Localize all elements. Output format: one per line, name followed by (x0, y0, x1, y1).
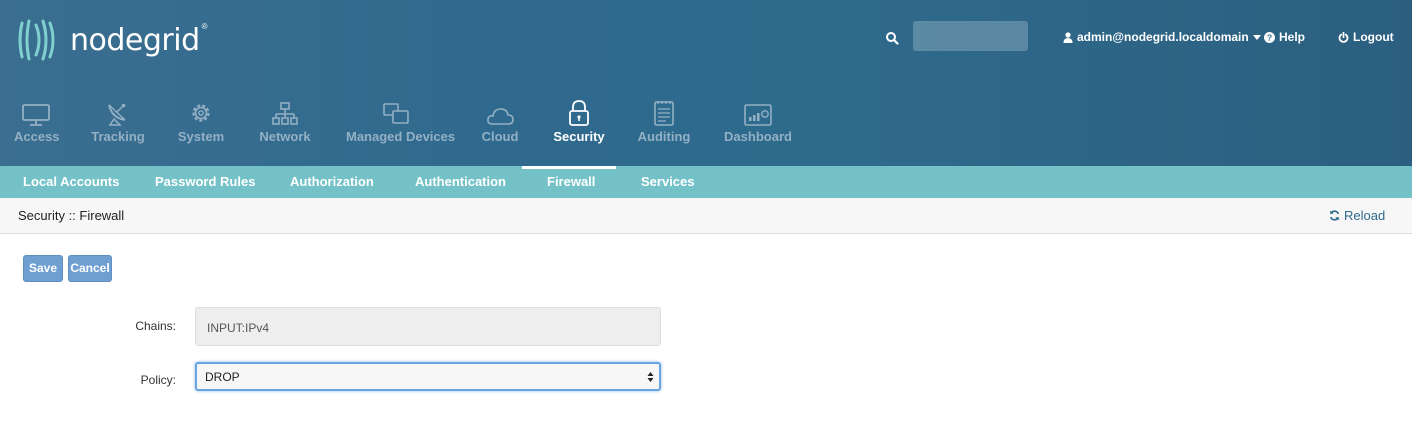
nav-item-dashboard[interactable]: Dashboard (724, 96, 792, 166)
nav-item-network[interactable]: Network (258, 96, 312, 166)
caret-down-icon (1252, 34, 1261, 40)
nav-item-system[interactable]: System (176, 96, 226, 166)
logout-link[interactable]: Logout (1338, 30, 1394, 44)
nav-label: Managed Devices (346, 129, 456, 144)
gear-icon (192, 104, 210, 122)
tab-firewall[interactable]: Firewall (547, 166, 595, 198)
nodegrid-logo[interactable]: nodegrid ® (16, 16, 208, 64)
breadcrumb-bar: Security :: Firewall Reload (0, 198, 1412, 234)
breadcrumb: Security :: Firewall (18, 208, 125, 223)
policy-label: Policy: (140, 373, 176, 387)
user-name: admin@nodegrid.localdomain (1077, 30, 1249, 44)
chains-value: INPUT:IPv4 (207, 321, 270, 335)
refresh-icon (1329, 210, 1340, 221)
nav-label: Auditing (637, 129, 691, 144)
help-link[interactable]: ? Help (1264, 30, 1305, 44)
nav-item-managed-devices[interactable]: Managed Devices (346, 96, 456, 166)
tab-authorization[interactable]: Authorization (290, 166, 374, 198)
nav-item-auditing[interactable]: Auditing (636, 96, 692, 166)
nav-label: Network (259, 129, 311, 144)
monitor-icon (22, 104, 50, 126)
tab-services[interactable]: Services (641, 166, 695, 198)
nav-item-tracking[interactable]: Tracking (90, 96, 146, 166)
nav-label: Access (14, 129, 60, 144)
nav-item-cloud[interactable]: Cloud (480, 96, 520, 166)
save-button[interactable]: Save (23, 255, 63, 282)
select-arrows-icon (647, 372, 654, 382)
policy-select[interactable]: DROP (195, 362, 661, 391)
security-subnav: Local Accounts Password Rules Authorizat… (0, 166, 1412, 198)
nav-label: Dashboard (724, 129, 792, 144)
nav-label: Cloud (481, 129, 519, 144)
search-input[interactable] (913, 21, 1028, 51)
lock-icon (569, 100, 589, 126)
nav-label: System (177, 129, 225, 144)
nodegrid-logo-icon (18, 19, 55, 61)
chains-label: Chains: (135, 319, 176, 333)
tab-authentication[interactable]: Authentication (415, 166, 506, 198)
tab-password-rules[interactable]: Password Rules (155, 166, 255, 198)
question-circle-icon: ? (1264, 31, 1275, 43)
brand-name: nodegrid (70, 22, 200, 58)
active-tab-indicator (522, 166, 616, 169)
nav-label: Tracking (91, 129, 145, 144)
search-icon[interactable] (885, 31, 899, 45)
tab-local-accounts[interactable]: Local Accounts (23, 166, 119, 198)
help-label: Help (1279, 30, 1306, 44)
clipboard-icon (654, 101, 674, 126)
cancel-button[interactable]: Cancel (68, 255, 112, 282)
power-icon (1338, 31, 1349, 43)
user-menu[interactable]: admin@nodegrid.localdomain (1063, 30, 1261, 44)
satellite-dish-icon (108, 103, 126, 126)
app-header: nodegrid ® admin@nodegrid.localdomain ? … (0, 0, 1412, 166)
user-icon (1063, 31, 1073, 43)
svg-text:?: ? (1267, 32, 1272, 42)
nav-item-security[interactable]: Security (552, 96, 606, 166)
devices-icon (383, 103, 409, 124)
reload-button[interactable]: Reload (1329, 208, 1385, 223)
chains-field: INPUT:IPv4 (195, 307, 661, 346)
nav-item-access[interactable]: Access (14, 96, 60, 166)
reload-label: Reload (1344, 208, 1386, 223)
logout-label: Logout (1353, 30, 1394, 44)
network-icon (272, 102, 298, 125)
brand-reg-mark: ® (201, 21, 208, 31)
dashboard-icon (744, 104, 772, 126)
cloud-icon (487, 108, 514, 125)
policy-value: DROP (205, 370, 240, 384)
nav-label: Security (553, 129, 605, 144)
